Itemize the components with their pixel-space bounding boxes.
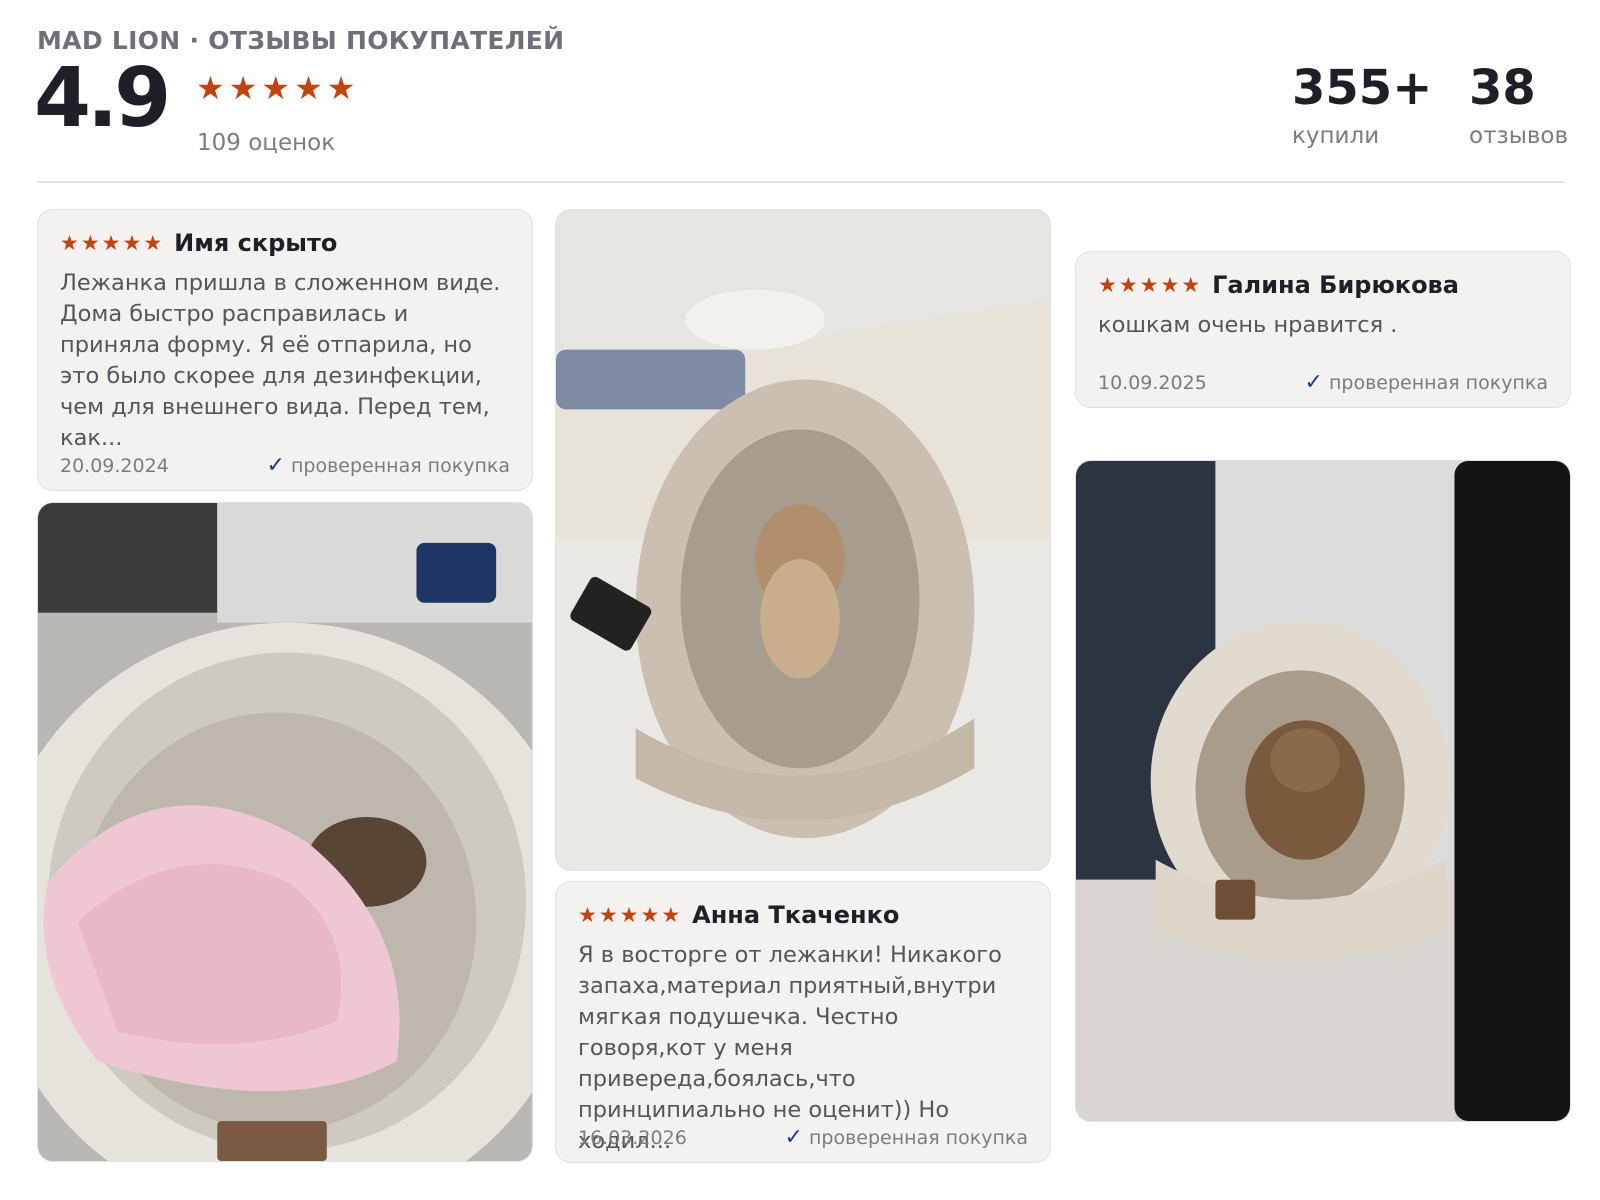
star-icon: ★ bbox=[1098, 272, 1117, 297]
star-icon: ★ bbox=[60, 230, 79, 255]
star-icon: ★ bbox=[228, 69, 258, 107]
verified-label: проверенная покупка bbox=[1328, 371, 1548, 394]
review-card[interactable]: ★ ★ ★ ★ ★ Галина Бирюкова кошкам очень н… bbox=[1075, 251, 1571, 408]
reviews-value: 38 bbox=[1469, 60, 1536, 116]
star-icon: ★ bbox=[326, 69, 356, 107]
star-icon: ★ bbox=[122, 230, 142, 255]
star-icon: ★ bbox=[261, 69, 291, 107]
cat-bed-photo-image bbox=[1076, 461, 1570, 1121]
star-icon: ★ bbox=[1160, 272, 1180, 297]
star-icon: ★ bbox=[196, 69, 225, 107]
checkmark-icon: ✓ bbox=[784, 1125, 803, 1150]
bought-value: 355+ bbox=[1292, 60, 1433, 116]
star-icon: ★ bbox=[1181, 272, 1201, 297]
review-stars: ★ ★ ★ ★ ★ bbox=[578, 902, 681, 927]
star-icon: ★ bbox=[143, 230, 163, 255]
review-photo[interactable] bbox=[1075, 460, 1571, 1122]
reviews-stat: 38 отзывов bbox=[1469, 62, 1568, 149]
reviews-label: отзывов bbox=[1469, 122, 1569, 149]
star-icon: ★ bbox=[640, 902, 660, 927]
review-photo[interactable] bbox=[555, 209, 1051, 871]
star-icon: ★ bbox=[578, 902, 597, 927]
star-icon: ★ bbox=[101, 230, 121, 255]
star-icon: ★ bbox=[1118, 272, 1138, 297]
verified-badge: ✓ проверенная покупка bbox=[267, 453, 510, 478]
verified-badge: ✓ проверенная покупка bbox=[1305, 370, 1548, 395]
cat-bed-photo-image bbox=[38, 503, 532, 1161]
review-date: 20.09.2024 bbox=[60, 454, 169, 477]
review-date: 16.03.2026 bbox=[578, 1126, 687, 1149]
review-text: кошкам очень нравится . bbox=[1098, 312, 1398, 338]
star-icon: ★ bbox=[294, 69, 323, 107]
star-icon: ★ bbox=[661, 902, 681, 927]
review-stars: ★ ★ ★ ★ ★ bbox=[60, 230, 163, 255]
bought-stat: 355+ купили bbox=[1292, 62, 1432, 149]
review-text: Лежанка пришла в сложенном виде. Дома бы… bbox=[60, 270, 501, 451]
review-date: 10.09.2025 bbox=[1098, 371, 1207, 394]
verified-label: проверенная покупка bbox=[808, 1126, 1028, 1149]
review-card[interactable]: ★ ★ ★ ★ ★ Имя скрыто Лежанка пришла в сл… bbox=[37, 209, 533, 491]
review-author: Анна Ткаченко bbox=[692, 901, 900, 929]
checkmark-icon: ✓ bbox=[266, 453, 285, 478]
average-rating-stars: ★ ★ ★ ★ ★ bbox=[196, 72, 355, 104]
cat-bed-photo-image bbox=[556, 210, 1050, 870]
average-rating: 4.9 bbox=[34, 51, 171, 146]
review-card[interactable]: ★ ★ ★ ★ ★ Анна Ткаченко Я в восторге от … bbox=[555, 881, 1051, 1163]
star-icon: ★ bbox=[598, 902, 618, 927]
bought-label: купили bbox=[1292, 122, 1380, 149]
star-icon: ★ bbox=[80, 230, 100, 255]
star-icon: ★ bbox=[1139, 272, 1159, 297]
review-author: Имя скрыто bbox=[174, 229, 338, 257]
verified-label: проверенная покупка bbox=[290, 454, 510, 477]
checkmark-icon: ✓ bbox=[1304, 370, 1323, 395]
review-author: Галина Бирюкова bbox=[1212, 271, 1459, 299]
review-stars: ★ ★ ★ ★ ★ bbox=[1098, 272, 1201, 297]
review-photo[interactable] bbox=[37, 502, 533, 1162]
header-divider bbox=[37, 181, 1565, 183]
star-icon: ★ bbox=[619, 902, 639, 927]
verified-badge: ✓ проверенная покупка bbox=[785, 1125, 1028, 1150]
ratings-count: 109 оценок bbox=[197, 130, 336, 156]
